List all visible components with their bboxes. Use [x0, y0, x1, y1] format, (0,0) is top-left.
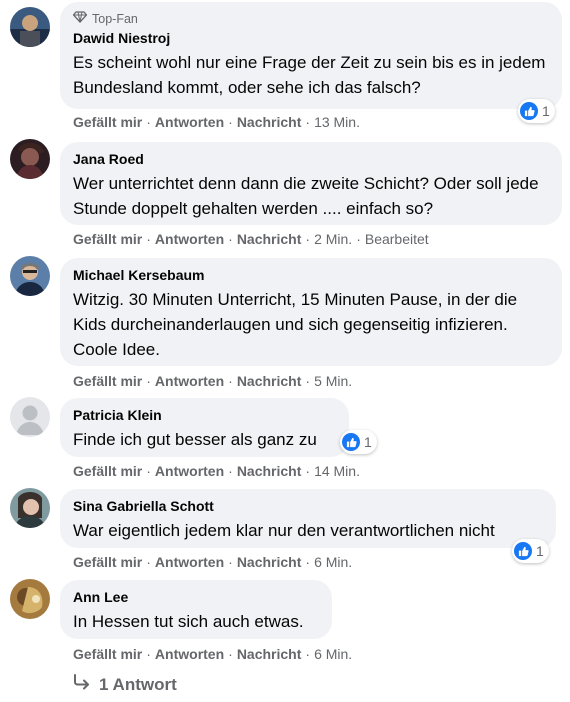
- comment-time[interactable]: 14 Min.: [314, 463, 360, 479]
- comment-author[interactable]: Jana Roed: [73, 150, 550, 169]
- avatar[interactable]: [10, 397, 50, 437]
- reaction-number: 1: [542, 103, 550, 119]
- reply-link[interactable]: Antworten: [155, 554, 224, 570]
- comment-author[interactable]: Dawid Niestroj: [73, 29, 550, 48]
- message-link[interactable]: Nachricht: [237, 463, 302, 479]
- comment-actions: Gefällt mir · Antworten · Nachricht · 6 Min.: [73, 646, 353, 662]
- comment-text: Wer unterrichtet denn dann die zweite Sc…: [73, 174, 539, 218]
- reaction-count[interactable]: 1: [340, 430, 377, 454]
- comment-author[interactable]: Patricia Klein: [73, 406, 337, 425]
- message-link[interactable]: Nachricht: [237, 231, 302, 247]
- comment-author[interactable]: Michael Kersebaum: [73, 266, 550, 285]
- comment-bubble: Ann Lee In Hessen tut sich auch etwas.: [60, 580, 332, 639]
- comment-bubble: Jana Roed Wer unterrichtet denn dann die…: [60, 142, 562, 225]
- comment-author[interactable]: Sina Gabriella Schott: [73, 497, 544, 516]
- comment-text: Es scheint wohl nur eine Frage der Zeit …: [73, 53, 546, 97]
- message-link[interactable]: Nachricht: [237, 114, 302, 130]
- comment-text: In Hessen tut sich auch etwas.: [73, 612, 304, 631]
- message-link[interactable]: Nachricht: [237, 554, 302, 570]
- comment-time[interactable]: 6 Min.: [314, 646, 352, 662]
- view-replies-link[interactable]: 1 Antwort: [73, 674, 177, 695]
- comment-author[interactable]: Ann Lee: [73, 588, 320, 607]
- top-fan-badge: Top-Fan: [72, 11, 550, 26]
- comment-time[interactable]: 2 Min.: [314, 231, 352, 247]
- edited-label: Bearbeitet: [364, 231, 429, 247]
- comment-actions: Gefällt mir · Antworten · Nachricht · 2 Min. · B…: [73, 231, 429, 247]
- thumbs-up-icon: [342, 433, 360, 451]
- reply-arrow-icon: [73, 674, 91, 695]
- like-link[interactable]: Gefällt mir: [73, 231, 142, 247]
- avatar[interactable]: [10, 256, 50, 296]
- comment-time[interactable]: 5 Min.: [314, 373, 352, 389]
- comment-actions: Gefällt mir · Antworten · Nachricht · 14 Min.: [73, 463, 360, 479]
- comment-actions: Gefällt mir · Antworten · Nachricht · 6 Min.: [73, 554, 353, 570]
- like-link[interactable]: Gefällt mir: [73, 463, 142, 479]
- reply-link[interactable]: Antworten: [155, 463, 224, 479]
- thumbs-up-icon: [514, 542, 532, 560]
- like-link[interactable]: Gefällt mir: [73, 554, 142, 570]
- replies-label[interactable]: 1 Antwort: [99, 675, 177, 695]
- avatar[interactable]: [10, 7, 50, 47]
- badge-label: Top-Fan: [92, 11, 138, 26]
- comment-text: War eigentlich jedem klar nur den verant…: [73, 521, 495, 540]
- reaction-count[interactable]: 1: [518, 99, 555, 123]
- comment-actions: Gefällt mir · Antworten · Nachricht · 5 Min.: [73, 373, 353, 389]
- reply-link[interactable]: Antworten: [155, 114, 224, 130]
- comment-bubble: Top-Fan Dawid Niestroj Es scheint wohl n…: [60, 2, 562, 109]
- comment-actions: Gefällt mir · Antworten · Nachricht · 13 Min.: [73, 114, 360, 130]
- reply-link[interactable]: Antworten: [155, 231, 224, 247]
- avatar[interactable]: [10, 579, 50, 619]
- comment-time[interactable]: 6 Min.: [314, 554, 352, 570]
- like-link[interactable]: Gefällt mir: [73, 114, 142, 130]
- reaction-count[interactable]: 1: [512, 539, 549, 563]
- reply-link[interactable]: Antworten: [155, 646, 224, 662]
- thumbs-up-icon: [520, 102, 538, 120]
- message-link[interactable]: Nachricht: [237, 646, 302, 662]
- message-link[interactable]: Nachricht: [237, 373, 302, 389]
- comment-text: Witzig. 30 Minuten Unterricht, 15 Minute…: [73, 290, 518, 359]
- avatar[interactable]: [10, 139, 50, 179]
- comment-bubble: Sina Gabriella Schott War eigentlich jed…: [60, 489, 556, 548]
- reply-link[interactable]: Antworten: [155, 373, 224, 389]
- diamond-icon: [72, 11, 88, 26]
- reaction-number: 1: [536, 543, 544, 559]
- like-link[interactable]: Gefällt mir: [73, 646, 142, 662]
- comment-time[interactable]: 13 Min.: [314, 114, 360, 130]
- like-link[interactable]: Gefällt mir: [73, 373, 142, 389]
- comment-bubble: Patricia Klein Finde ich gut besser als …: [60, 398, 349, 457]
- comment-text: Finde ich gut besser als ganz zu: [73, 430, 317, 449]
- comment-bubble: Michael Kersebaum Witzig. 30 Minuten Unt…: [60, 258, 562, 366]
- reaction-number: 1: [364, 434, 372, 450]
- avatar[interactable]: [10, 488, 50, 528]
